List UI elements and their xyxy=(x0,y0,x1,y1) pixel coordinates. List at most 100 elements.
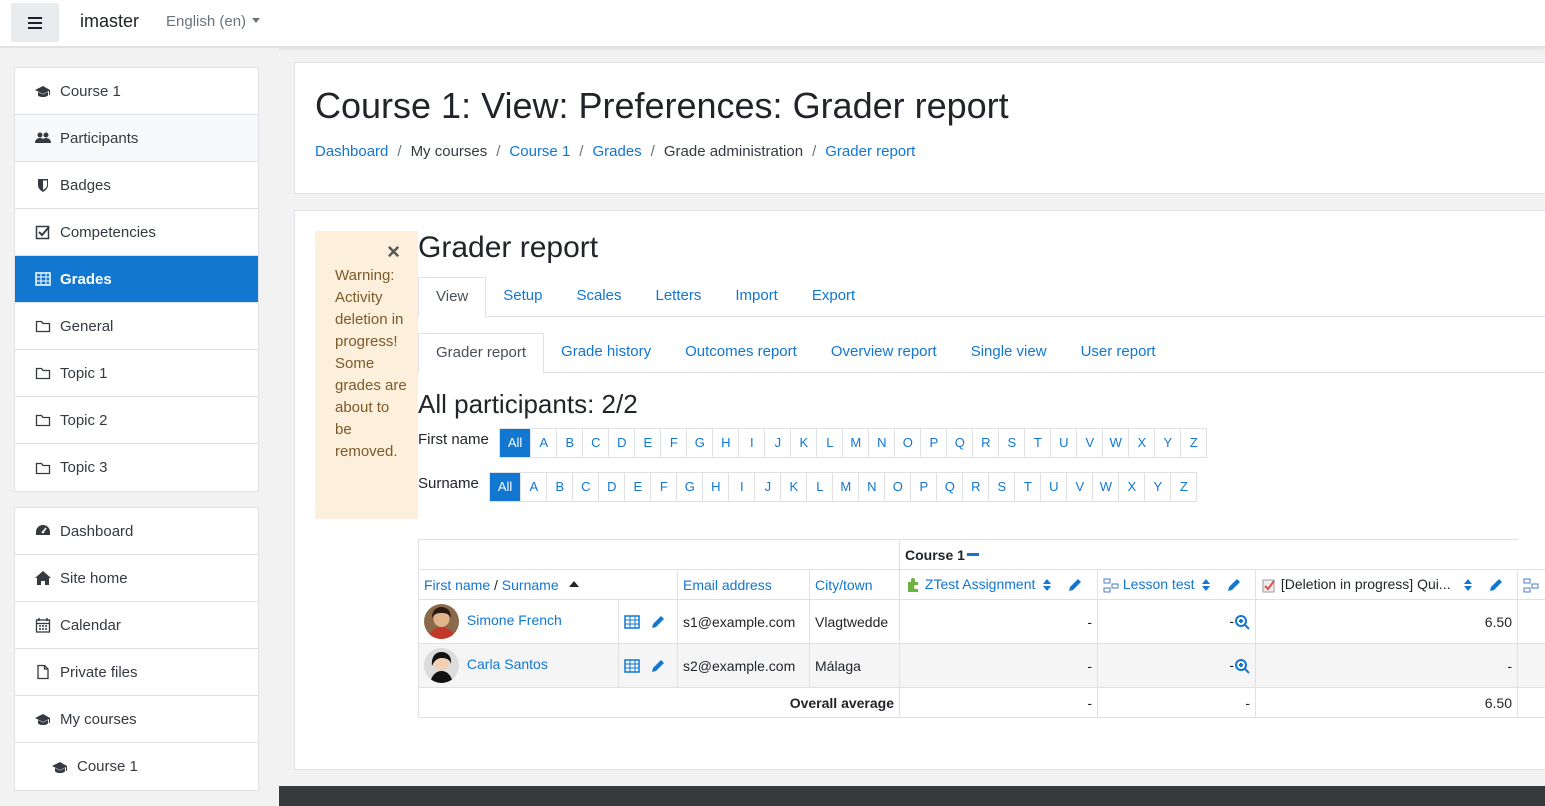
firstname-initial-a[interactable]: A xyxy=(530,429,556,457)
surname-initial-y[interactable]: Y xyxy=(1144,473,1170,501)
sort-icon[interactable] xyxy=(1039,577,1055,593)
edit-pencil-icon[interactable] xyxy=(650,658,666,674)
surname-initial-a[interactable]: A xyxy=(520,473,546,501)
language-menu[interactable]: English (en) xyxy=(166,13,261,30)
sidebar-item-site-home[interactable]: Site home xyxy=(15,555,258,602)
surname-initial-h[interactable]: H xyxy=(702,473,728,501)
sort-city-link[interactable]: City/town xyxy=(815,577,873,593)
surname-initial-o[interactable]: O xyxy=(884,473,910,501)
surname-initial-z[interactable]: Z xyxy=(1170,473,1196,501)
assignment-column-link[interactable]: ZTest Assignment xyxy=(925,576,1036,592)
sort-surname-link[interactable]: Surname xyxy=(502,577,559,593)
subtab-overview-report[interactable]: Overview report xyxy=(814,333,954,373)
firstname-initial-n[interactable]: N xyxy=(868,429,894,457)
sidebar-item-course-1[interactable]: Course 1 xyxy=(15,743,258,790)
assignment-grade-cell[interactable]: - xyxy=(899,599,1098,644)
firstname-initial-t[interactable]: T xyxy=(1024,429,1050,457)
user-name-link[interactable]: Carla Santos xyxy=(467,656,548,672)
firstname-initial-d[interactable]: D xyxy=(608,429,634,457)
sidebar-item-participants[interactable]: Participants xyxy=(15,115,258,162)
collapse-icon[interactable] xyxy=(966,552,979,556)
sidebar-item-topic-1[interactable]: Topic 1 xyxy=(15,350,258,397)
breadcrumb-item[interactable]: Grades xyxy=(592,143,641,160)
surname-initial-c[interactable]: C xyxy=(572,473,598,501)
firstname-initial-i[interactable]: I xyxy=(738,429,764,457)
surname-initial-b[interactable]: B xyxy=(546,473,572,501)
subtab-user-report[interactable]: User report xyxy=(1064,333,1173,373)
edit-pencil-icon[interactable] xyxy=(1226,577,1242,593)
subtab-grader-report[interactable]: Grader report xyxy=(418,333,545,374)
firstname-initial-o[interactable]: O xyxy=(894,429,920,457)
firstname-initial-w[interactable]: W xyxy=(1102,429,1128,457)
quiz-grade-cell[interactable]: 6.50 xyxy=(1255,599,1518,644)
surname-initial-d[interactable]: D xyxy=(598,473,624,501)
surname-initial-s[interactable]: S xyxy=(988,473,1014,501)
sort-icon[interactable] xyxy=(1460,577,1476,593)
sort-icon[interactable] xyxy=(1198,577,1214,593)
firstname-initial-k[interactable]: K xyxy=(790,429,816,457)
tab-view[interactable]: View xyxy=(418,277,487,318)
surname-initial-l[interactable]: L xyxy=(806,473,832,501)
lesson-grade-cell[interactable]: - xyxy=(1097,599,1256,644)
breadcrumb-item[interactable]: Course 1 xyxy=(509,143,570,160)
sidebar-item-dashboard[interactable]: Dashboard xyxy=(15,508,258,555)
firstname-initial-z[interactable]: Z xyxy=(1180,429,1206,457)
surname-initial-m[interactable]: M xyxy=(832,473,858,501)
firstname-initial-r[interactable]: R xyxy=(972,429,998,457)
user-name-link[interactable]: Simone French xyxy=(467,612,562,628)
surname-initial-x[interactable]: X xyxy=(1118,473,1144,501)
edit-pencil-icon[interactable] xyxy=(1067,577,1083,593)
breadcrumb-item[interactable]: Grader report xyxy=(825,143,915,160)
tab-letters[interactable]: Letters xyxy=(638,277,718,317)
firstname-initial-p[interactable]: P xyxy=(920,429,946,457)
site-brand[interactable]: imaster xyxy=(80,11,139,32)
sidebar-item-topic-3[interactable]: Topic 3 xyxy=(15,444,258,491)
sidebar-item-general[interactable]: General xyxy=(15,303,258,350)
sidebar-item-calendar[interactable]: Calendar xyxy=(15,602,258,649)
sidebar-item-course-1[interactable]: Course 1 xyxy=(15,68,258,115)
close-icon[interactable]: × xyxy=(387,241,400,263)
tab-setup[interactable]: Setup xyxy=(486,277,559,317)
surname-initial-n[interactable]: N xyxy=(858,473,884,501)
subtab-single-view[interactable]: Single view xyxy=(954,333,1064,373)
quiz-grade-cell[interactable]: - xyxy=(1255,643,1518,688)
sort-firstname-link[interactable]: First name xyxy=(424,577,490,593)
sort-email-link[interactable]: Email address xyxy=(683,577,772,593)
firstname-initial-u[interactable]: U xyxy=(1050,429,1076,457)
sidebar-item-grades[interactable]: Grades xyxy=(15,256,258,303)
subtab-outcomes-report[interactable]: Outcomes report xyxy=(668,333,814,373)
sidebar-item-private-files[interactable]: Private files xyxy=(15,649,258,696)
zoom-in-icon[interactable] xyxy=(1234,614,1250,630)
firstname-initial-g[interactable]: G xyxy=(686,429,712,457)
table-icon[interactable] xyxy=(624,614,640,630)
tab-scales[interactable]: Scales xyxy=(559,277,638,317)
surname-initial-e[interactable]: E xyxy=(624,473,650,501)
edit-pencil-icon[interactable] xyxy=(650,614,666,630)
avatar[interactable] xyxy=(424,604,459,639)
breadcrumb-item[interactable]: Dashboard xyxy=(315,143,388,160)
surname-initial-v[interactable]: V xyxy=(1066,473,1092,501)
surname-initial-k[interactable]: K xyxy=(780,473,806,501)
table-icon[interactable] xyxy=(624,658,640,674)
surname-initial-w[interactable]: W xyxy=(1092,473,1118,501)
firstname-initial-all[interactable]: All xyxy=(499,429,531,457)
firstname-initial-f[interactable]: F xyxy=(660,429,686,457)
firstname-initial-b[interactable]: B xyxy=(556,429,582,457)
surname-initial-t[interactable]: T xyxy=(1014,473,1040,501)
avatar[interactable] xyxy=(424,648,459,683)
firstname-initial-y[interactable]: Y xyxy=(1154,429,1180,457)
surname-initial-r[interactable]: R xyxy=(962,473,988,501)
firstname-initial-q[interactable]: Q xyxy=(946,429,972,457)
zoom-in-icon[interactable] xyxy=(1234,658,1250,674)
surname-initial-f[interactable]: F xyxy=(650,473,676,501)
edit-pencil-icon[interactable] xyxy=(1488,577,1504,593)
surname-initial-q[interactable]: Q xyxy=(936,473,962,501)
surname-initial-p[interactable]: P xyxy=(910,473,936,501)
lesson-grade-cell[interactable]: - xyxy=(1097,643,1256,688)
surname-initial-j[interactable]: J xyxy=(754,473,780,501)
surname-initial-all[interactable]: All xyxy=(489,473,521,501)
firstname-initial-s[interactable]: S xyxy=(998,429,1024,457)
firstname-initial-j[interactable]: J xyxy=(764,429,790,457)
firstname-initial-l[interactable]: L xyxy=(816,429,842,457)
surname-initial-i[interactable]: I xyxy=(728,473,754,501)
